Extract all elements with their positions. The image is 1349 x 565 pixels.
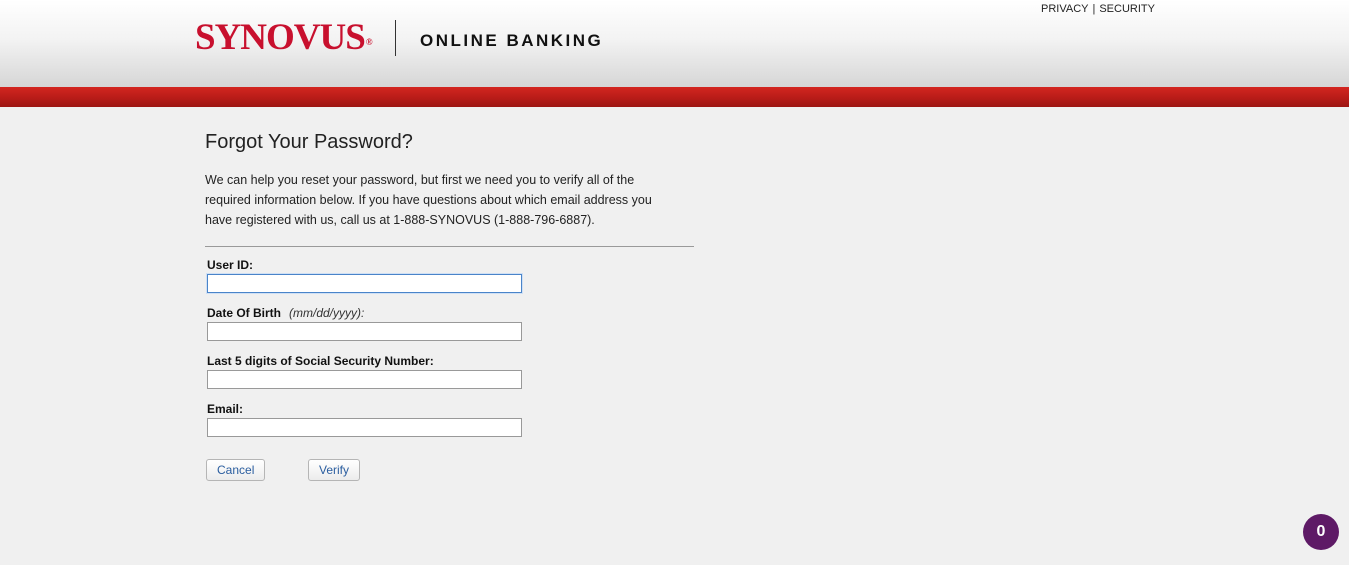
user-id-field-group: User ID:	[207, 258, 522, 293]
user-id-input[interactable]	[207, 274, 522, 293]
dob-format-hint: (mm/dd/yyyy):	[289, 306, 365, 320]
verify-button[interactable]: Verify	[308, 459, 361, 481]
forgot-password-panel: Forgot Your Password? We can help you re…	[205, 130, 695, 481]
synovus-logo[interactable]: SYNOVUS®	[195, 17, 373, 59]
ssn-field-group: Last 5 digits of Social Security Number:	[207, 354, 522, 389]
logo-divider	[395, 20, 396, 56]
email-input[interactable]	[207, 418, 522, 437]
cancel-button[interactable]: Cancel	[206, 459, 266, 481]
email-label: Email:	[207, 402, 244, 416]
security-link[interactable]: SECURITY	[1099, 3, 1155, 15]
section-divider	[205, 246, 694, 247]
dob-label-text: Date Of Birth	[207, 306, 282, 320]
brand-name: SYNOVUS	[195, 17, 366, 58]
notification-badge[interactable]: 0	[1303, 514, 1339, 550]
page-title: Forgot Your Password?	[205, 131, 413, 153]
header-red-bar	[0, 87, 1349, 107]
top-links: PRIVACY | SECURITY	[1041, 3, 1155, 15]
ssn-label: Last 5 digits of Social Security Number:	[207, 354, 434, 368]
link-separator: |	[1092, 3, 1096, 15]
intro-text: We can help you reset your password, but…	[205, 173, 652, 227]
ssn-input[interactable]	[207, 370, 522, 389]
dob-label: Date Of Birth (mm/dd/yyyy):	[207, 306, 522, 321]
email-field-group: Email:	[207, 402, 522, 437]
user-id-label: User ID:	[207, 258, 254, 272]
privacy-link[interactable]: PRIVACY	[1041, 3, 1088, 15]
registered-mark: ®	[365, 37, 373, 47]
dob-field-group: Date Of Birth (mm/dd/yyyy):	[207, 306, 522, 341]
product-title: ONLINE BANKING	[420, 31, 604, 50]
header-bar: SYNOVUS® ONLINE BANKING PRIVACY | SECURITY	[0, 0, 1349, 87]
dob-input[interactable]	[207, 322, 522, 341]
